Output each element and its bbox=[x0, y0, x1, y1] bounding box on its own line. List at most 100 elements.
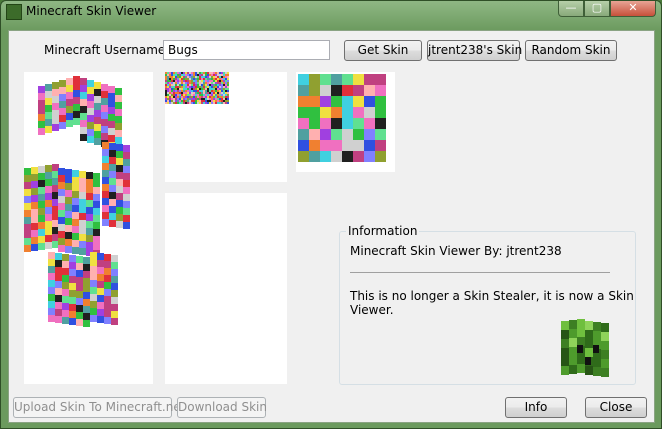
skin-pixel bbox=[38, 107, 45, 114]
skin-pixel bbox=[24, 238, 31, 245]
skin-pixel bbox=[87, 101, 94, 108]
skin-pixel bbox=[80, 106, 87, 113]
upload-skin-button[interactable]: Upload Skin To Minecraft.net bbox=[13, 397, 185, 418]
skin-pixel bbox=[66, 113, 73, 120]
texture-pixel bbox=[375, 129, 386, 140]
skin-pixel bbox=[55, 267, 62, 274]
creeper-pixel bbox=[601, 350, 609, 359]
skin-pixel bbox=[66, 106, 73, 113]
skin-pixel bbox=[115, 123, 122, 130]
skin-pixel bbox=[97, 253, 104, 260]
skin-pixel bbox=[45, 105, 52, 112]
skin-pixel bbox=[58, 182, 65, 189]
random-skin-button[interactable]: Random Skin bbox=[525, 40, 617, 61]
creeper-pixel bbox=[577, 319, 585, 328]
texture-pixel bbox=[320, 151, 331, 162]
skin-pixel bbox=[116, 214, 123, 221]
skin-pixel bbox=[73, 97, 80, 104]
skin-pixel bbox=[93, 215, 100, 222]
skin-pixel bbox=[31, 230, 38, 237]
skin-pixel bbox=[123, 215, 130, 222]
skin-pixel bbox=[45, 165, 52, 172]
get-skin-button[interactable]: Get Skin bbox=[344, 40, 422, 61]
skin-pixel bbox=[93, 243, 100, 250]
skin-pixel bbox=[76, 284, 83, 291]
download-skin-button[interactable]: Download Skin bbox=[177, 397, 267, 418]
skin-pixel bbox=[108, 114, 115, 121]
skin-pixel bbox=[102, 156, 109, 163]
skin-pixel bbox=[62, 254, 69, 261]
skin-pixel bbox=[86, 186, 93, 193]
skin-pixel bbox=[108, 135, 115, 142]
creeper-pixel bbox=[569, 365, 577, 374]
skin-pixel bbox=[38, 121, 45, 128]
texture-pixel bbox=[375, 151, 386, 162]
skin-pixel bbox=[111, 283, 118, 290]
skin-pixel bbox=[55, 309, 62, 316]
skin-pixel bbox=[97, 288, 104, 295]
skin-pixel bbox=[90, 294, 97, 301]
skin-pixel bbox=[72, 247, 79, 254]
skin-pixel bbox=[58, 238, 65, 245]
title-bar[interactable]: Minecraft Skin Viewer — ▢ ✕ bbox=[1, 1, 661, 23]
skin-pixel bbox=[94, 131, 101, 138]
skin-pixel bbox=[108, 128, 115, 135]
maximize-button[interactable]: ▢ bbox=[584, 1, 610, 17]
skin-pixel bbox=[116, 200, 123, 207]
jtrent-skin-button[interactable]: jtrent238's Skin bbox=[427, 40, 522, 61]
skin-pixel bbox=[52, 103, 59, 110]
skin-pixel bbox=[62, 268, 69, 275]
info-button[interactable]: Info bbox=[505, 397, 567, 418]
window-close-button[interactable]: ✕ bbox=[610, 1, 656, 17]
skin-pixel bbox=[55, 274, 62, 281]
skin-pixel bbox=[104, 317, 111, 324]
skin-pixel bbox=[90, 259, 97, 266]
skin-pixel bbox=[45, 112, 52, 119]
skin-pixel bbox=[102, 149, 109, 156]
skin-pixel bbox=[87, 122, 94, 129]
texture-pixel bbox=[331, 151, 342, 162]
skin-pixel bbox=[86, 221, 93, 228]
skin-pixel bbox=[45, 84, 52, 91]
minimize-button[interactable]: — bbox=[558, 1, 584, 17]
skin-pixel bbox=[72, 233, 79, 240]
skin-pixel bbox=[80, 113, 87, 120]
skin-pixel bbox=[45, 91, 52, 98]
skin-pixel bbox=[24, 196, 31, 203]
skin-pixel bbox=[83, 271, 90, 278]
skin-pixel bbox=[72, 226, 79, 233]
skin-pixel bbox=[52, 227, 59, 234]
texture-pixel bbox=[364, 118, 375, 129]
skin-pixel bbox=[52, 96, 59, 103]
head-preview-panel bbox=[296, 72, 395, 172]
texture-pixel bbox=[331, 96, 342, 107]
skin-pixel bbox=[79, 206, 86, 213]
skin-pixel bbox=[58, 217, 65, 224]
skin-pixel bbox=[79, 234, 86, 241]
skin-pixel bbox=[93, 236, 100, 243]
skin-pixel bbox=[101, 112, 108, 119]
skin-pixel bbox=[123, 201, 130, 208]
creeper-pixel bbox=[577, 355, 585, 364]
skin-pixel bbox=[86, 242, 93, 249]
skin-pixel bbox=[69, 269, 76, 276]
skin-pixel bbox=[45, 119, 52, 126]
skin-pixel bbox=[79, 192, 86, 199]
skin-texture-image bbox=[165, 72, 229, 104]
close-button[interactable]: Close bbox=[585, 397, 647, 418]
skin-pixel bbox=[59, 122, 66, 129]
skin-pixel bbox=[58, 175, 65, 182]
skin-pixel bbox=[80, 99, 87, 106]
skin-pixel bbox=[80, 85, 87, 92]
window-title: Minecraft Skin Viewer bbox=[26, 4, 157, 18]
skin-pixel bbox=[24, 231, 31, 238]
skin-pixel bbox=[104, 289, 111, 296]
texture-pixel bbox=[375, 74, 386, 85]
skin-pixel bbox=[123, 187, 130, 194]
information-title: Information bbox=[346, 224, 420, 238]
texture-pixel bbox=[298, 151, 309, 162]
skin-pixel bbox=[73, 111, 80, 118]
username-input[interactable] bbox=[163, 40, 330, 60]
creeper-head-icon bbox=[561, 319, 609, 377]
skin-pixel bbox=[102, 212, 109, 219]
